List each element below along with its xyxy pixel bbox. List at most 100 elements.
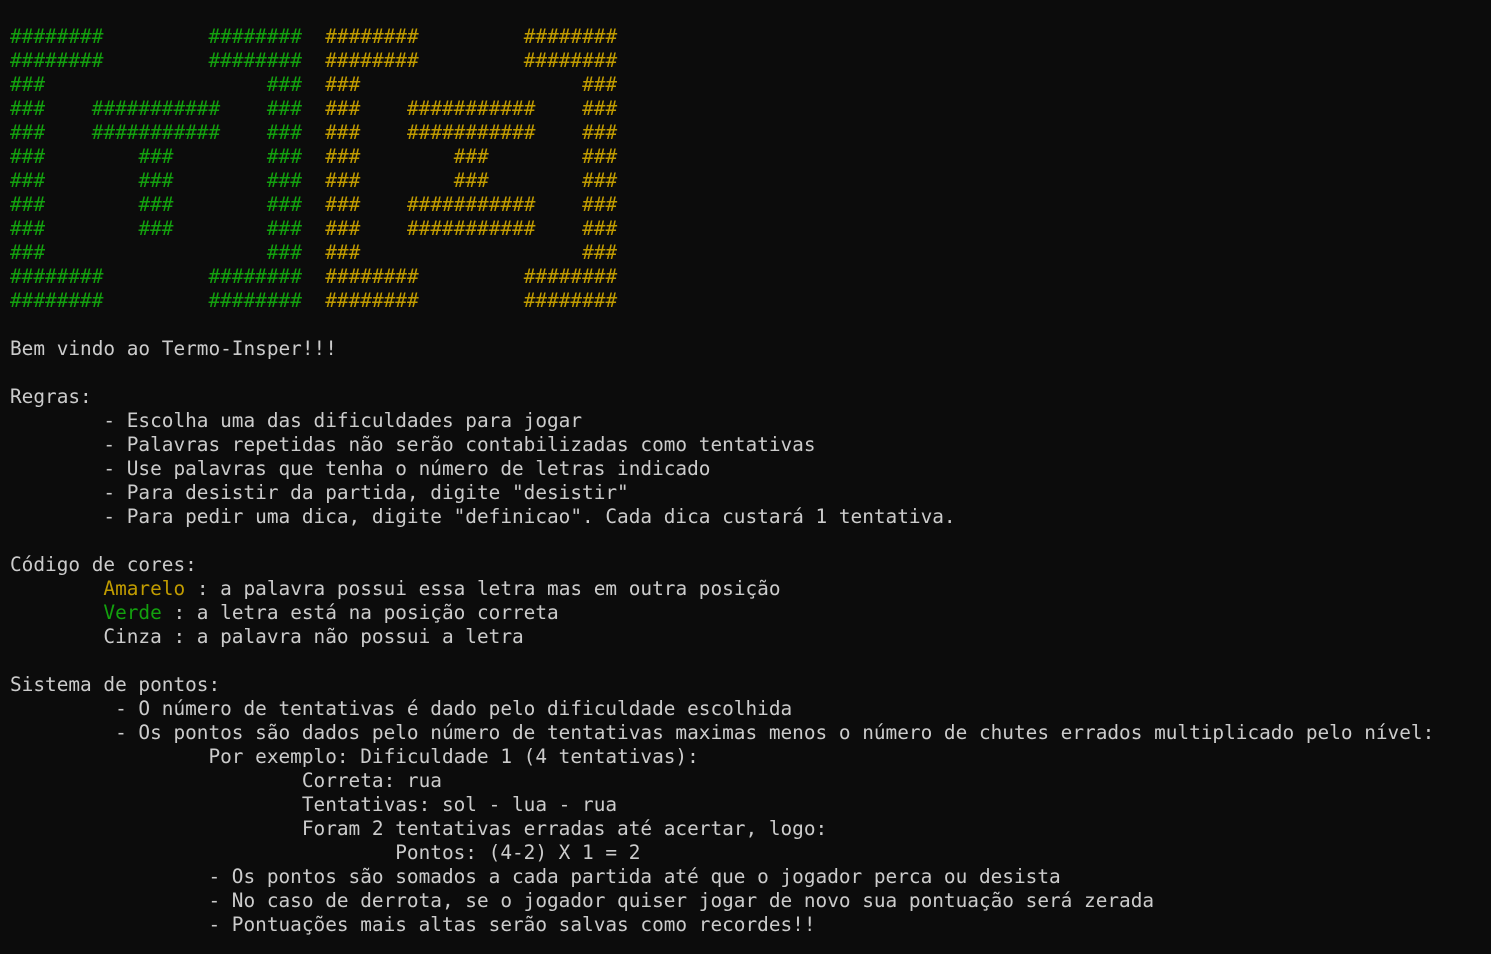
terminal-line: ### ### ### ### ########### ### xyxy=(10,193,1485,217)
terminal-line: - Use palavras que tenha o número de let… xyxy=(10,457,1485,481)
terminal-text-segment: : a palavra possui essa letra mas em out… xyxy=(185,577,781,600)
terminal-line: ### ### ### ### ### ### xyxy=(10,145,1485,169)
terminal-line: - Pontuações mais altas serão salvas com… xyxy=(10,913,1485,937)
terminal-text-segment: ### xyxy=(453,145,489,168)
terminal-line: Tentativas: sol - lua - rua xyxy=(10,793,1485,817)
terminal-text-segment: ######## xyxy=(208,265,302,288)
terminal-output: ######## ######## ######## ######## #####… xyxy=(10,25,1485,937)
terminal-text-segment: : a letra está na posição correta xyxy=(161,601,559,624)
terminal-line: ### ########### ### ### ########### ### xyxy=(10,97,1485,121)
terminal-text-segment: Sistema de pontos: xyxy=(10,673,221,696)
terminal-text-segment: Pontos: (4-2) X 1 = 2 xyxy=(10,841,641,864)
terminal-text-segment: ### xyxy=(582,73,618,96)
terminal-text-segment: ### xyxy=(582,169,618,192)
terminal-text-segment: ######## xyxy=(523,49,618,72)
terminal-line: ### ### ### ### xyxy=(10,241,1485,265)
terminal-text-segment: ### xyxy=(138,193,174,216)
terminal-text-segment: ### xyxy=(582,241,618,264)
terminal-text-segment: ######## xyxy=(208,289,302,312)
terminal-line: ######## ######## ######## ######## xyxy=(10,265,1485,289)
terminal-text-segment: ### xyxy=(325,121,361,144)
terminal-line: ######## ######## ######## ######## xyxy=(10,25,1485,49)
terminal-text-segment: ### xyxy=(266,97,302,120)
terminal-text-segment: ######## xyxy=(325,265,419,288)
terminal-line: - Para pedir uma dica, digite "definicao… xyxy=(10,505,1485,529)
terminal-text-segment: - Use palavras que tenha o número de let… xyxy=(10,457,711,480)
terminal-text-segment: ######## xyxy=(325,25,419,48)
terminal-text-segment: ######## xyxy=(325,49,419,72)
terminal-text-segment: ### xyxy=(325,73,361,96)
terminal-line: Por exemplo: Dificuldade 1 (4 tentativas… xyxy=(10,745,1485,769)
terminal-line: Regras: xyxy=(10,385,1485,409)
terminal-text-segment: - O número de tentativas é dado pelo dif… xyxy=(10,697,793,720)
terminal-text-segment: ### xyxy=(266,145,302,168)
terminal-text-segment: Tentativas: sol - lua - rua xyxy=(10,793,618,816)
terminal-text-segment: - Para pedir uma dica, digite "definicao… xyxy=(10,505,956,528)
terminal-text-segment: - Os pontos são somados a cada partida a… xyxy=(10,865,1061,888)
terminal-text-segment: ######## xyxy=(523,289,618,312)
terminal-text-segment: ########### xyxy=(406,97,536,120)
terminal-line: - No caso de derrota, se o jogador quise… xyxy=(10,889,1485,913)
terminal-line: Pontos: (4-2) X 1 = 2 xyxy=(10,841,1485,865)
terminal-line: ### ### ### ### xyxy=(10,73,1485,97)
terminal-text-segment: ### xyxy=(266,193,302,216)
terminal-text-segment: ### xyxy=(10,97,46,120)
terminal-text-segment: ### xyxy=(325,97,361,120)
terminal-line: ######## ######## ######## ######## xyxy=(10,49,1485,73)
terminal-text-segment: - Para desistir da partida, digite "desi… xyxy=(10,481,629,504)
terminal-line: Correta: rua xyxy=(10,769,1485,793)
terminal-line: Verde : a letra está na posição correta xyxy=(10,601,1485,625)
terminal-text-segment: ### xyxy=(10,73,46,96)
terminal-line: - Os pontos são somados a cada partida a… xyxy=(10,865,1485,889)
terminal-text-segment: ########### xyxy=(407,217,536,240)
terminal-line: Sistema de pontos: xyxy=(10,673,1485,697)
terminal-text-segment: Foram 2 tentativas erradas até acertar, … xyxy=(10,817,828,840)
terminal-text-segment: ### xyxy=(10,121,46,144)
terminal-line: ### ### ### ### ########### ### xyxy=(10,217,1485,241)
terminal-text-segment: Por exemplo: Dificuldade 1 (4 tentativas… xyxy=(10,745,699,768)
terminal-text-segment: ### xyxy=(325,169,361,192)
terminal-text-segment: ### xyxy=(582,193,618,216)
terminal-line: Código de cores: xyxy=(10,553,1485,577)
terminal-text-segment: ### xyxy=(10,169,46,192)
terminal-text-segment: - No caso de derrota, se o jogador quise… xyxy=(10,889,1155,912)
terminal-line: - Os pontos são dados pelo número de ten… xyxy=(10,721,1485,745)
terminal-line: Amarelo : a palavra possui essa letra ma… xyxy=(10,577,1485,601)
terminal-text-segment: ### xyxy=(10,217,46,240)
terminal-text-segment: ### xyxy=(10,193,46,216)
terminal-text-segment: ### xyxy=(325,193,361,216)
terminal-text-segment: ######## xyxy=(10,289,104,312)
terminal-text-segment: Correta: rua xyxy=(10,769,442,792)
terminal-text-segment: - Pontuações mais altas serão salvas com… xyxy=(10,913,816,936)
terminal-text-segment: Amarelo xyxy=(103,577,186,600)
